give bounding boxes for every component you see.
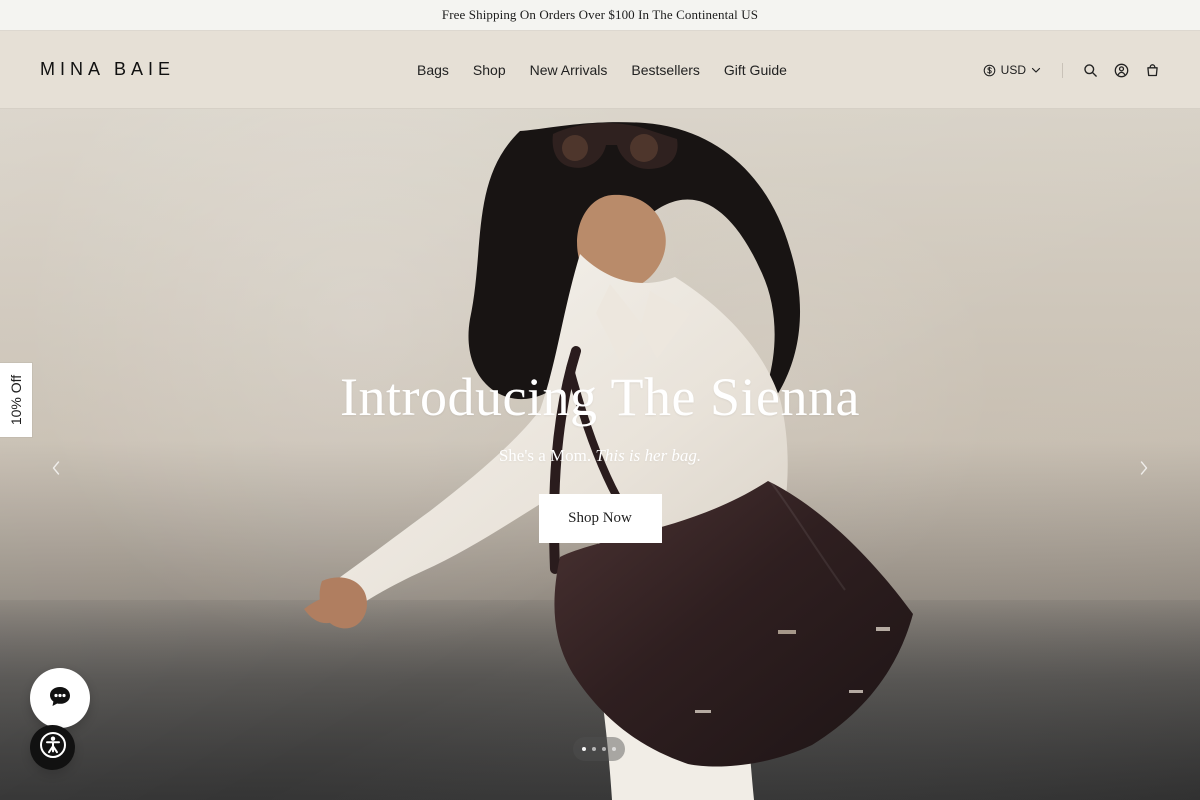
shop-now-button[interactable]: Shop Now xyxy=(538,494,662,544)
hero-subtitle: She's a Mom. This is her bag. xyxy=(290,446,910,466)
chat-widget-button[interactable] xyxy=(30,668,90,728)
page: Free Shipping On Orders Over $100 In The… xyxy=(0,0,1200,800)
dollar-circle-icon xyxy=(983,64,996,77)
carousel-prev-button[interactable] xyxy=(42,456,70,484)
header-divider xyxy=(1062,62,1063,78)
nav-bags-link[interactable]: Bags xyxy=(417,62,449,78)
site-header: MINA BAIE Bags Shop New Arrivals Bestsel… xyxy=(0,31,1200,109)
hero-copy: Introducing The Sienna She's a Mom. This… xyxy=(290,367,910,544)
accessibility-widget-button[interactable] xyxy=(30,725,75,770)
announcement-text: Free Shipping On Orders Over $100 In The… xyxy=(441,7,759,22)
bag-icon[interactable] xyxy=(1145,63,1160,78)
accessibility-icon xyxy=(38,730,68,765)
carousel-dot-1[interactable] xyxy=(582,747,586,751)
chat-icon xyxy=(46,682,74,715)
hero-subtitle-italic: This is her bag. xyxy=(595,445,702,465)
search-icon[interactable] xyxy=(1083,63,1098,78)
carousel-dot-4[interactable] xyxy=(612,747,616,751)
chevron-left-icon xyxy=(51,460,61,481)
chevron-down-icon xyxy=(1031,65,1041,75)
brand-logo[interactable]: MINA BAIE xyxy=(40,59,180,80)
account-icon[interactable] xyxy=(1114,63,1129,78)
hero-title: Introducing The Sienna xyxy=(340,367,860,427)
nav-bestsellers-link[interactable]: Bestsellers xyxy=(631,62,699,78)
header-actions: USD xyxy=(983,31,1160,109)
currency-label: USD xyxy=(1000,63,1026,77)
nav-new-arrivals-link[interactable]: New Arrivals xyxy=(530,62,608,78)
carousel-dot-2[interactable] xyxy=(592,747,596,751)
carousel-pagination xyxy=(573,737,625,761)
currency-selector[interactable]: USD xyxy=(983,63,1041,77)
discount-side-tab[interactable]: 10% Off xyxy=(0,363,32,437)
chevron-right-icon xyxy=(1139,460,1149,481)
carousel-next-button[interactable] xyxy=(1130,456,1158,484)
primary-navigation: Bags Shop New Arrivals Bestsellers Gift … xyxy=(417,31,787,109)
hero-subtitle-lead: She's a Mom. xyxy=(498,445,592,465)
announcement-bar: Free Shipping On Orders Over $100 In The… xyxy=(0,0,1200,31)
hero-banner: 10% Off Introducing The Sienna She's a M… xyxy=(0,109,1200,800)
carousel-dot-3[interactable] xyxy=(602,747,606,751)
nav-gift-guide-link[interactable]: Gift Guide xyxy=(724,62,787,78)
nav-shop-link[interactable]: Shop xyxy=(473,62,506,78)
discount-side-tab-label: 10% Off xyxy=(8,374,25,426)
